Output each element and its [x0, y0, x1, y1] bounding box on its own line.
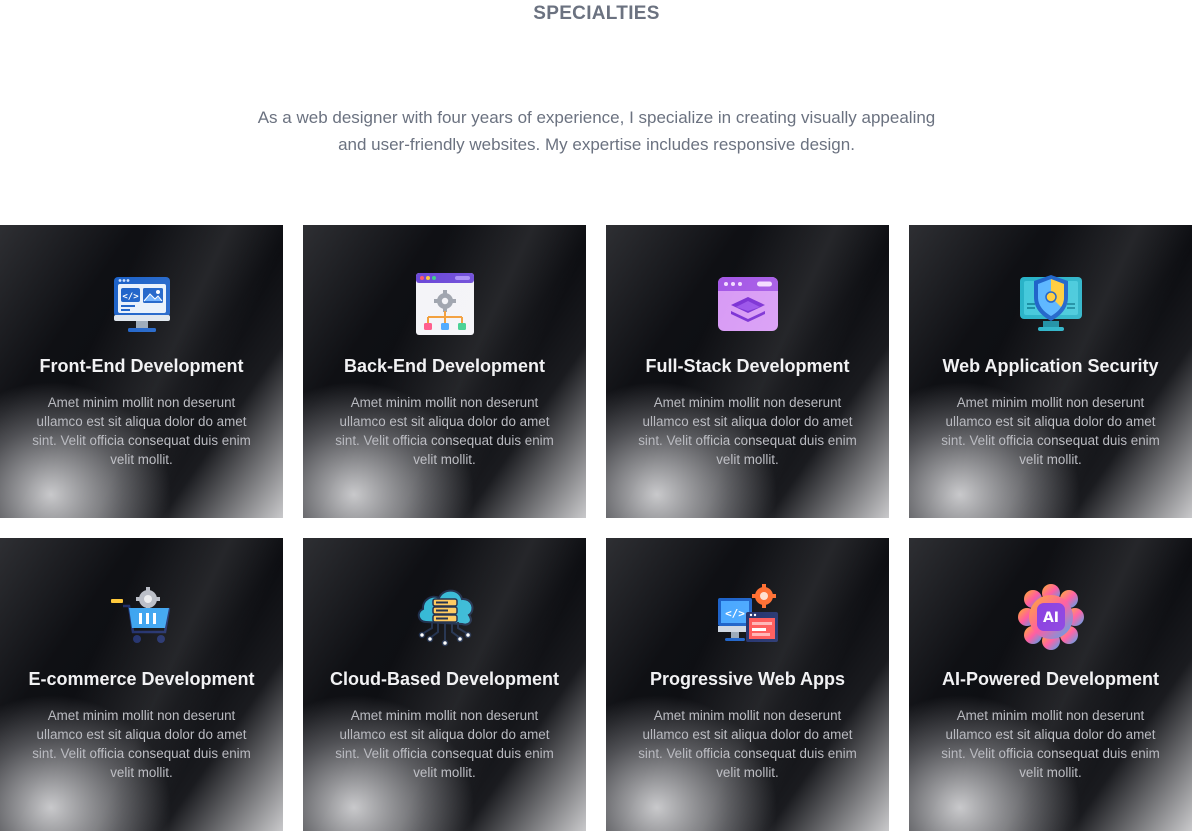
card-title: E-commerce Development	[28, 669, 255, 689]
card-title: Front-End Development	[39, 356, 244, 376]
card-title: Web Application Security	[942, 356, 1159, 376]
ai-badge-icon: AI	[1017, 584, 1084, 650]
card-description: Amet minim mollit non deserunt ullamco e…	[941, 395, 1160, 467]
card-description: Amet minim mollit non deserunt ullamco e…	[32, 708, 251, 780]
card-description: Amet minim mollit non deserunt ullamco e…	[638, 395, 857, 467]
layers-window-icon	[715, 271, 781, 337]
specialty-card-front-end[interactable]: </> Front-End Development Amet minim mol…	[0, 225, 283, 518]
intro-line-2: and user-friendly websites. My expertise…	[338, 135, 855, 154]
devices-gear-icon: </>	[715, 584, 781, 650]
card-description: Amet minim mollit non deserunt ullamco e…	[335, 708, 554, 780]
server-gear-icon	[412, 271, 478, 337]
section-title: SPECIALTIES	[533, 3, 660, 24]
specialty-card-security[interactable]: Web Application Security Amet minim moll…	[909, 225, 1192, 518]
intro-line-1: As a web designer with four years of exp…	[257, 108, 936, 127]
specialty-card-back-end[interactable]: Back-End Development Amet minim mollit n…	[303, 225, 586, 518]
card-title: Progressive Web Apps	[649, 669, 846, 689]
card-title: Full-Stack Development	[645, 356, 850, 376]
card-description: Amet minim mollit non deserunt ullamco e…	[335, 395, 554, 467]
specialty-card-ai[interactable]: AI AI-Powered Development Amet minim mol…	[909, 538, 1192, 831]
shield-monitor-icon	[1018, 271, 1084, 337]
svg-text:AI: AI	[1042, 610, 1058, 626]
card-title: Back-End Development	[343, 356, 546, 376]
card-description: Amet minim mollit non deserunt ullamco e…	[638, 708, 857, 780]
specialties-grid: </> Front-End Development Amet minim mol…	[0, 225, 1193, 831]
card-description: Amet minim mollit non deserunt ullamco e…	[32, 395, 251, 467]
svg-text:</>: </>	[725, 607, 745, 620]
card-title: Cloud-Based Development	[329, 669, 560, 689]
code-monitor-icon: </>	[109, 271, 175, 337]
shopping-cart-gear-icon	[109, 584, 175, 650]
specialty-card-cloud[interactable]: Cloud-Based Development Amet minim molli…	[303, 538, 586, 831]
cloud-server-icon	[412, 584, 478, 650]
card-title: AI-Powered Development	[941, 669, 1160, 689]
svg-text:</>: </>	[122, 292, 139, 302]
section-intro: As a web designer with four years of exp…	[0, 104, 1193, 158]
specialty-card-ecommerce[interactable]: E-commerce Development Amet minim mollit…	[0, 538, 283, 831]
specialty-card-pwa[interactable]: </> Progressive Web Apps Amet minim moll…	[606, 538, 889, 831]
card-description: Amet minim mollit non deserunt ullamco e…	[941, 708, 1160, 780]
specialty-card-full-stack[interactable]: Full-Stack Development Amet minim mollit…	[606, 225, 889, 518]
